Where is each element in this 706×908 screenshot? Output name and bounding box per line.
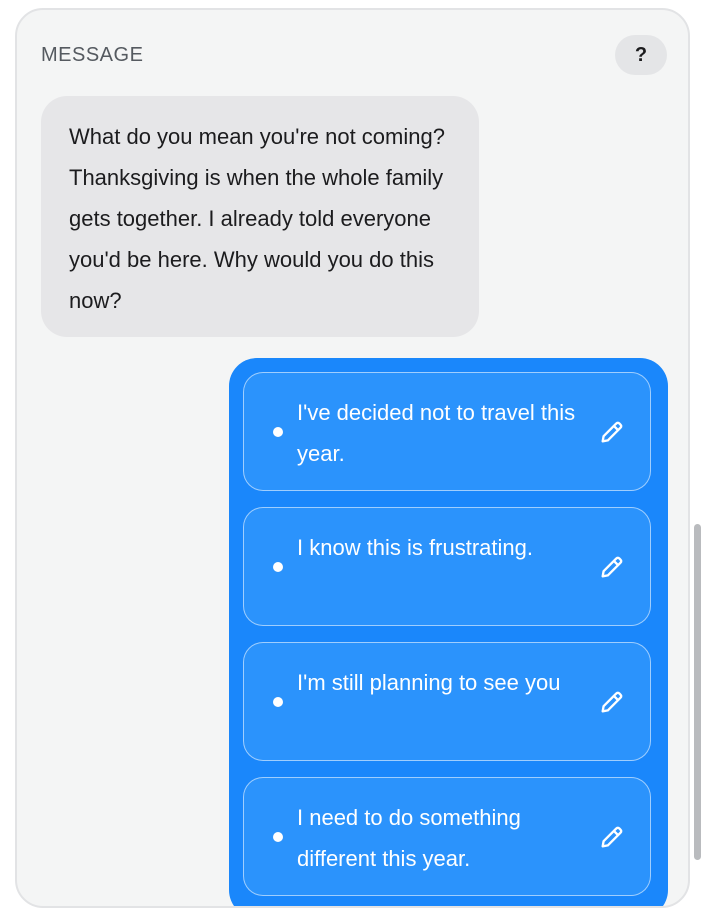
reply-option-text: I've decided not to travel this year.	[297, 400, 576, 466]
pencil-edit-icon[interactable]	[598, 553, 626, 581]
reply-option-text: I'm still planning to see you	[297, 670, 561, 695]
bullet-icon	[273, 562, 283, 572]
bullet-icon	[273, 697, 283, 707]
reply-option[interactable]: I need to do something different this ye…	[243, 777, 651, 896]
scrollbar-thumb[interactable]	[694, 524, 701, 860]
bullet-icon	[273, 832, 283, 842]
reply-option-text: I know this is frustrating.	[297, 535, 533, 560]
incoming-message-text: What do you mean you're not coming? Than…	[69, 124, 445, 313]
reply-options-bubble: I've decided not to travel this year. I …	[229, 358, 668, 906]
panel-title: MESSAGE	[41, 44, 144, 66]
reply-option[interactable]: I know this is frustrating.	[243, 507, 651, 626]
bullet-icon	[273, 427, 283, 437]
reply-option[interactable]: I've decided not to travel this year.	[243, 372, 651, 491]
pencil-edit-icon[interactable]	[598, 418, 626, 446]
reply-option-text: I need to do something different this ye…	[297, 805, 521, 871]
pencil-edit-icon[interactable]	[598, 823, 626, 851]
incoming-message-bubble: What do you mean you're not coming? Than…	[41, 96, 479, 337]
reply-option[interactable]: I'm still planning to see you	[243, 642, 651, 761]
message-panel: MESSAGE ? What do you mean you're not co…	[15, 8, 690, 908]
pencil-edit-icon[interactable]	[598, 688, 626, 716]
help-button[interactable]: ?	[615, 35, 667, 75]
